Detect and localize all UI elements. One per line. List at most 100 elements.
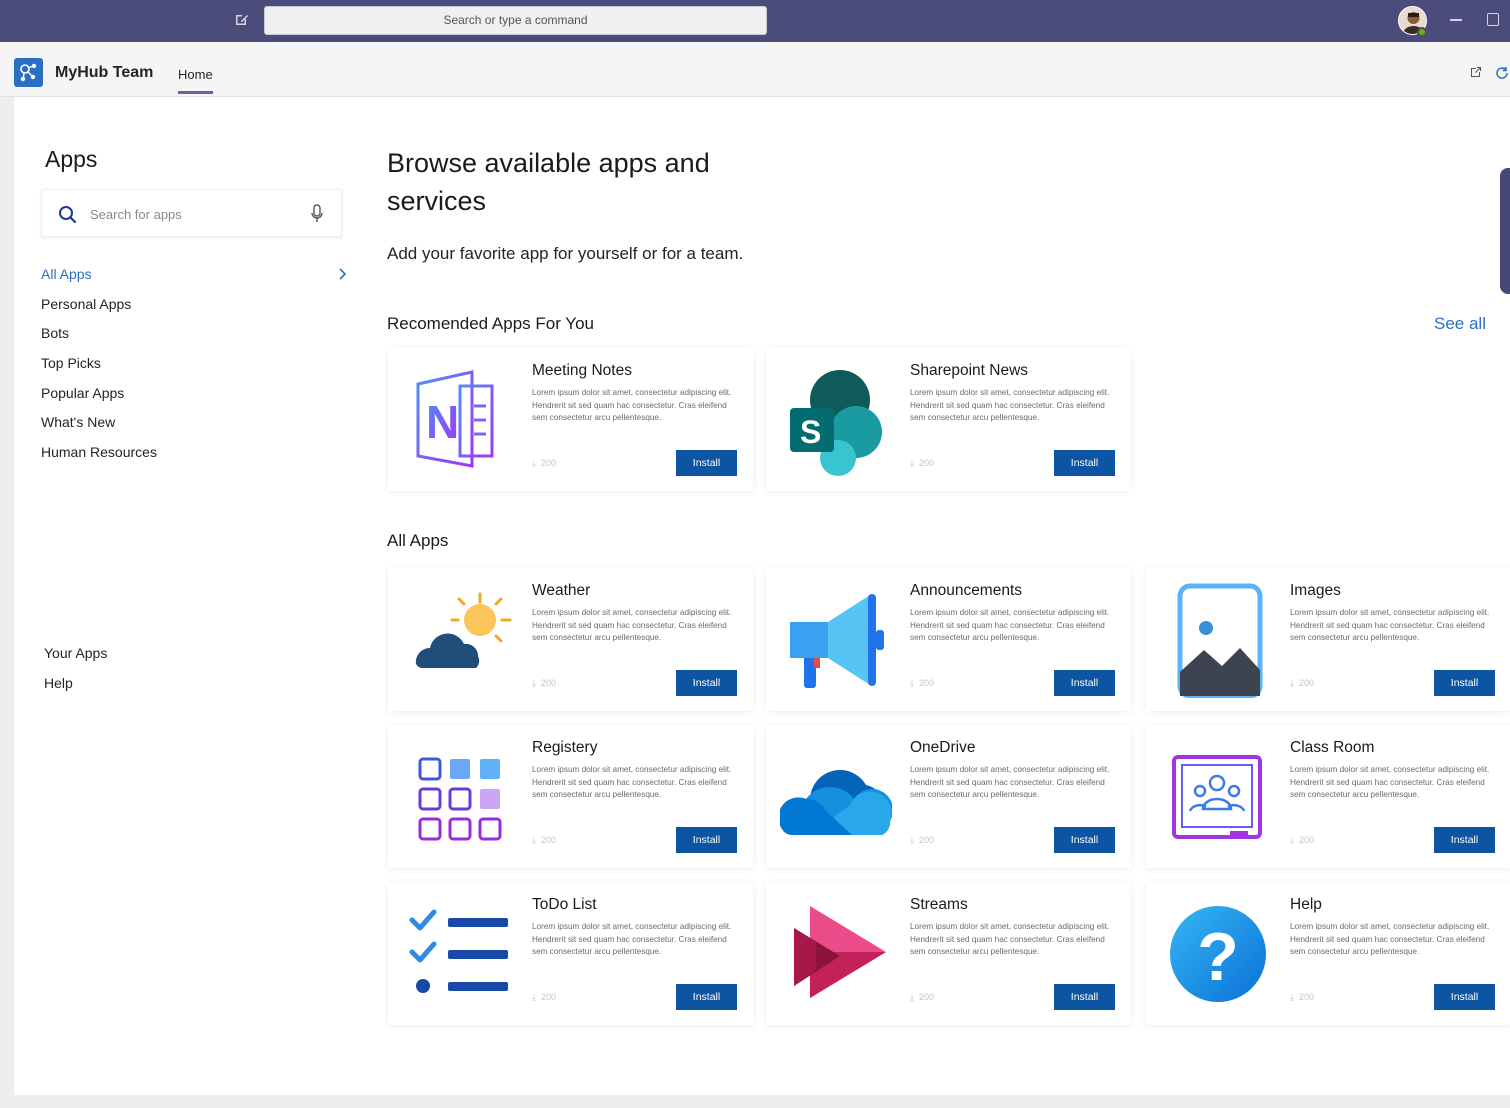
app-card-streams: Streams Lorem ipsum dolor sit amet, cons… [766, 882, 1131, 1025]
install-button[interactable]: Install [676, 984, 737, 1010]
popout-icon[interactable] [1470, 66, 1482, 78]
presence-badge [1417, 27, 1427, 37]
download-icon: ⤓ [910, 458, 914, 468]
page-subtitle: Add your favorite app for yourself or fo… [387, 244, 744, 263]
tab-home[interactable]: Home [178, 67, 213, 94]
install-button[interactable]: Install [1054, 984, 1115, 1010]
app-description: Lorem ipsum dolor sit amet, consectetur … [532, 922, 732, 956]
download-icon: ⤓ [532, 678, 536, 688]
download-icon: ⤓ [1290, 678, 1294, 688]
app-card-images: Images Lorem ipsum dolor sit amet, conse… [1146, 568, 1510, 711]
app-description: Lorem ipsum dolor sit amet, consectetur … [910, 388, 1110, 422]
app-description: Lorem ipsum dolor sit amet, consectetur … [1290, 765, 1490, 799]
microphone-icon[interactable] [310, 204, 324, 224]
install-button[interactable]: Install [1434, 670, 1495, 696]
app-card-help: ? Help Lorem ipsum dolor sit amet, conse… [1146, 882, 1510, 1025]
app-search-box [41, 189, 342, 237]
search-icon [59, 206, 77, 224]
download-icon: ⤓ [532, 992, 536, 1002]
install-button[interactable]: Install [676, 827, 737, 853]
download-icon: ⤓ [532, 458, 536, 468]
svg-text:S: S [800, 414, 821, 450]
app-name: ToDo List [532, 896, 597, 913]
install-button[interactable]: Install [676, 670, 737, 696]
sidebar-item-popular-apps[interactable]: Popular Apps [41, 382, 351, 412]
see-all-link[interactable]: See all [1434, 314, 1486, 334]
install-button[interactable]: Install [1434, 827, 1495, 853]
download-count: ⤓ 200 [1290, 835, 1315, 845]
download-count: ⤓ 200 [910, 458, 935, 468]
streams-icon [794, 906, 886, 998]
download-count: ⤓ 200 [1290, 678, 1315, 688]
app-card-registery: Registery Lorem ipsum dolor sit amet, co… [388, 725, 753, 868]
app-name: Announcements [910, 582, 1023, 599]
command-search-input[interactable]: Search or type a command [264, 6, 767, 35]
download-count: ⤓ 200 [1290, 992, 1315, 1002]
sidebar-item-top-picks[interactable]: Top Picks [41, 352, 351, 382]
help-icon: ? [1170, 906, 1266, 1002]
app-description: Lorem ipsum dolor sit amet, consectetur … [910, 922, 1110, 956]
app-card-announcements: Announcements Lorem ipsum dolor sit amet… [766, 568, 1131, 711]
sidebar-item-personal-apps[interactable]: Personal Apps [41, 293, 351, 323]
megaphone-icon [790, 594, 884, 688]
install-button[interactable]: Install [1054, 670, 1115, 696]
app-card-meeting-notes: N Meeting Notes Lorem ipsum dolor sit am… [388, 348, 753, 491]
grid-icon [418, 757, 502, 841]
sidebar-item-help[interactable]: Help [44, 672, 107, 702]
sidebar-nav: All Apps Personal Apps Bots Top Picks Po… [41, 263, 351, 471]
sharepoint-icon: S [790, 370, 882, 476]
install-button[interactable]: Install [1434, 984, 1495, 1010]
compose-icon[interactable] [233, 12, 249, 28]
all-apps-section-title: All Apps [387, 531, 449, 550]
app-description: Lorem ipsum dolor sit amet, consectetur … [910, 608, 1110, 642]
app-name: Meeting Notes [532, 362, 632, 379]
sidebar-item-label: All Apps [41, 266, 92, 282]
download-icon: ⤓ [910, 835, 914, 845]
download-count: ⤓ 200 [910, 678, 935, 688]
checklist-icon [409, 909, 508, 993]
app-name: Streams [910, 896, 968, 913]
app-name: Sharepoint News [910, 362, 1029, 379]
download-count: ⤓ 200 [910, 992, 935, 1002]
app-card-class-room: Class Room Lorem ipsum dolor sit amet, c… [1146, 725, 1510, 868]
app-name: Class Room [1290, 739, 1375, 756]
app-card-todo-list: ToDo List Lorem ipsum dolor sit amet, co… [388, 882, 753, 1025]
classroom-icon [1172, 755, 1262, 839]
refresh-icon[interactable] [1495, 66, 1509, 80]
page-title: Browse available apps and services [387, 148, 710, 216]
maximize-icon[interactable] [1487, 13, 1499, 26]
download-icon: ⤓ [910, 992, 914, 1002]
sidebar-item-human-resources[interactable]: Human Resources [41, 441, 351, 471]
sidebar-title: Apps [45, 146, 98, 172]
install-button[interactable]: Install [1054, 450, 1115, 476]
sidebar-item-your-apps[interactable]: Your Apps [44, 642, 107, 672]
download-icon: ⤓ [1290, 835, 1294, 845]
download-icon: ⤓ [532, 835, 536, 845]
recommended-section-title: Recomended Apps For You [387, 314, 594, 333]
app-description: Lorem ipsum dolor sit amet, consectetur … [1290, 608, 1490, 642]
install-button[interactable]: Install [1054, 827, 1115, 853]
sidebar-bottom-links: Your Apps Help [44, 642, 107, 702]
download-count: ⤓ 200 [532, 458, 557, 468]
app-name: Help [1290, 896, 1322, 913]
app-description: Lorem ipsum dolor sit amet, consectetur … [532, 765, 732, 799]
side-panel-handle[interactable] [1500, 168, 1510, 294]
weather-icon [415, 592, 512, 668]
onedrive-icon [780, 769, 892, 835]
download-count: ⤓ 200 [532, 678, 557, 688]
install-button[interactable]: Install [676, 450, 737, 476]
sidebar-item-all-apps[interactable]: All Apps [41, 263, 351, 293]
minimize-icon[interactable] [1450, 19, 1462, 21]
download-count: ⤓ 200 [532, 835, 557, 845]
download-icon: ⤓ [1290, 992, 1294, 1002]
search-input[interactable] [90, 202, 310, 226]
image-icon [1177, 583, 1263, 698]
app-name: Registery [532, 739, 598, 756]
sidebar-item-whats-new[interactable]: What's New [41, 411, 351, 441]
app-card-weather: Weather Lorem ipsum dolor sit amet, cons… [388, 568, 753, 711]
chevron-right-icon [339, 268, 347, 280]
app-description: Lorem ipsum dolor sit amet, consectetur … [1290, 922, 1490, 956]
sidebar-item-bots[interactable]: Bots [41, 322, 351, 352]
onenote-icon: N [416, 370, 494, 468]
svg-text:?: ? [1197, 919, 1239, 995]
